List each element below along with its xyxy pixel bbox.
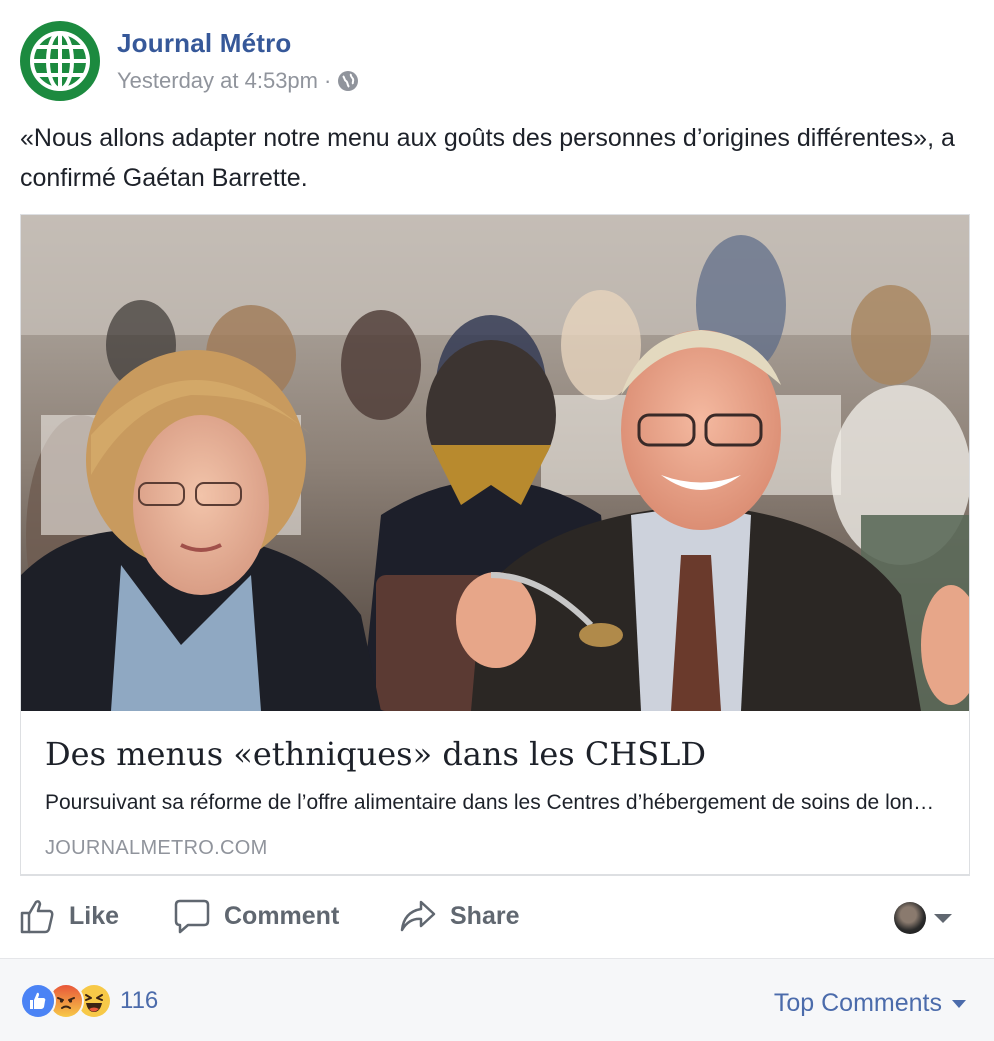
- article-photo[interactable]: [21, 215, 969, 711]
- like-button[interactable]: Like: [19, 898, 119, 934]
- share-label: Share: [450, 901, 520, 930]
- post-header: Journal Métro Yesterday at 4:53pm ·: [0, 0, 994, 120]
- globe-icon[interactable]: [337, 70, 359, 92]
- article-domain: JOURNALMETRO.COM: [45, 837, 268, 859]
- article-photo-illustration: [21, 215, 969, 711]
- post-action-bar: Like Comment Share: [0, 890, 994, 948]
- reaction-count: 116: [120, 987, 159, 1014]
- post-footer: 116 Top Comments: [0, 958, 994, 1041]
- comment-sort-label: Top Comments: [773, 989, 942, 1017]
- article-description: Poursuivant sa réforme de l’offre alimen…: [45, 791, 945, 814]
- thumbs-up-icon: [20, 900, 54, 934]
- share-arrow-icon: [400, 900, 436, 932]
- chevron-down-icon: [952, 999, 966, 1008]
- comment-bubble-icon: [174, 899, 210, 934]
- comment-button[interactable]: Comment: [174, 898, 339, 934]
- page-avatar[interactable]: [20, 21, 100, 101]
- page-name-link[interactable]: Journal Métro: [117, 28, 292, 59]
- comment-sort-dropdown[interactable]: Top Comments: [774, 989, 966, 1018]
- share-button[interactable]: Share: [400, 898, 519, 934]
- post-as-selector[interactable]: [894, 902, 952, 934]
- reactions-summary[interactable]: 116: [20, 983, 158, 1019]
- like-label: Like: [69, 901, 120, 930]
- comment-label: Comment: [224, 901, 340, 930]
- globe-logo-icon: [30, 31, 90, 91]
- link-preview-card[interactable]: Des menus «ethniques» dans les CHSLD Pou…: [20, 214, 970, 876]
- post-timestamp[interactable]: Yesterday at 4:53pm: [117, 68, 318, 94]
- chevron-down-icon: [934, 913, 952, 923]
- like-reaction-icon: [20, 983, 56, 1019]
- article-title[interactable]: Des menus «ethniques» dans les CHSLD: [45, 735, 706, 773]
- post-meta: Yesterday at 4:53pm ·: [117, 68, 359, 94]
- viewer-avatar: [894, 902, 926, 934]
- post-message: «Nous allons adapter notre menu aux goût…: [20, 124, 955, 192]
- meta-separator: ·: [324, 68, 332, 93]
